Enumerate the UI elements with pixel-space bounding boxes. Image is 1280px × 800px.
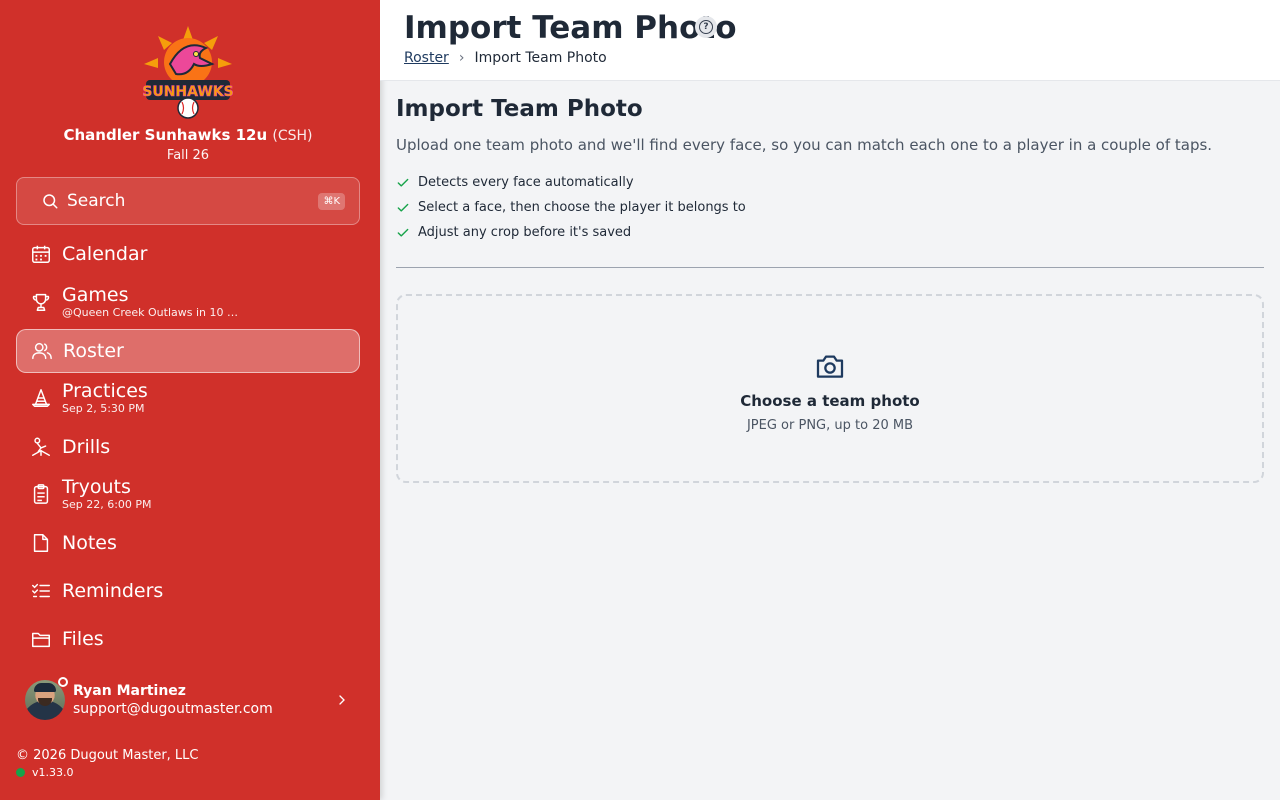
section-heading: Import Team Photo bbox=[396, 96, 643, 122]
sidebar-item-subtitle: Sep 22, 6:00 PM bbox=[62, 498, 152, 511]
sidebar-item-notes[interactable]: Notes bbox=[16, 521, 360, 565]
users-icon bbox=[30, 339, 54, 363]
calendar-icon bbox=[29, 242, 53, 266]
sidebar-item-label: Notes bbox=[62, 532, 117, 554]
section-description: Upload one team photo and we'll find eve… bbox=[396, 136, 1213, 154]
status-indicator bbox=[58, 677, 68, 687]
page-title: Import Team Photo bbox=[404, 10, 737, 46]
breadcrumb: Roster › Import Team Photo bbox=[404, 50, 607, 66]
cone-icon bbox=[29, 386, 53, 410]
camera-icon bbox=[816, 355, 844, 378]
sidebar-item-files[interactable]: Files bbox=[16, 617, 360, 661]
help-button[interactable]: ? bbox=[695, 16, 717, 38]
sidebar-item-label: Calendar bbox=[62, 243, 148, 265]
dropzone-subtitle: JPEG or PNG, up to 20 MB bbox=[746, 418, 914, 433]
trophy-icon bbox=[29, 290, 53, 314]
checklist-icon bbox=[29, 579, 53, 603]
online-status-dot bbox=[16, 768, 25, 777]
check-icon bbox=[397, 203, 409, 212]
sidebar-item-calendar[interactable]: Calendar bbox=[16, 232, 360, 276]
avatar bbox=[25, 677, 68, 720]
clipboard-icon bbox=[29, 482, 53, 506]
note-icon bbox=[29, 531, 53, 555]
sidebar-item-label: Games bbox=[62, 284, 129, 306]
search-label: Search bbox=[67, 191, 126, 211]
drill-icon bbox=[29, 435, 53, 459]
list-item: Select a face, then choose the player it… bbox=[396, 195, 1264, 220]
list-item: Detects every face automatically bbox=[396, 170, 1264, 195]
dropzone-title: Choose a team photo bbox=[740, 392, 920, 410]
chevron-right-icon bbox=[339, 695, 345, 705]
user-menu[interactable]: Ryan Martinez support@dugoutmaster.com bbox=[16, 674, 360, 726]
search-button[interactable]: Search ⌘K bbox=[16, 177, 360, 225]
feature-text: Adjust any crop before it's saved bbox=[418, 225, 632, 240]
sidebar-item-label: Files bbox=[62, 628, 104, 650]
sidebar-item-reminders[interactable]: Reminders bbox=[16, 569, 360, 613]
sidebar-item-games[interactable]: Games @Queen Creek Outlaws in 10 … bbox=[16, 280, 360, 324]
divider bbox=[396, 267, 1264, 268]
folder-icon bbox=[29, 627, 53, 651]
sidebar-item-practices[interactable]: Practices Sep 2, 5:30 PM bbox=[16, 376, 360, 420]
photo-dropzone[interactable]: Choose a team photo JPEG or PNG, up to 2… bbox=[396, 294, 1264, 483]
search-icon bbox=[43, 194, 58, 209]
sidebar-item-drills[interactable]: Drills bbox=[16, 425, 360, 469]
user-name: Ryan Martinez bbox=[73, 683, 186, 699]
breadcrumb-separator: › bbox=[458, 50, 465, 66]
sidebar-item-subtitle: @Queen Creek Outlaws in 10 … bbox=[62, 306, 238, 319]
check-icon bbox=[397, 178, 409, 187]
team-abbreviation: (CSH) bbox=[272, 128, 313, 144]
help-icon: ? bbox=[699, 20, 713, 34]
copyright: © 2026 Dugout Master, LLC bbox=[16, 748, 199, 763]
sidebar-item-label: Roster bbox=[63, 340, 124, 362]
sidebar-item-label: Tryouts bbox=[62, 476, 131, 498]
list-item: Adjust any crop before it's saved bbox=[396, 220, 1264, 245]
feature-text: Select a face, then choose the player it… bbox=[418, 200, 746, 215]
sidebar-item-subtitle: Sep 2, 5:30 PM bbox=[62, 402, 145, 415]
page-header: Import Team Photo ? Roster › Import Team… bbox=[380, 0, 1280, 81]
season-label: Fall 26 bbox=[166, 148, 210, 163]
sidebar-item-roster[interactable]: Roster bbox=[16, 329, 360, 373]
sidebar-item-label: Reminders bbox=[62, 580, 164, 602]
sidebar: SUNHAWKS Chandler Sunhawks 12u (CSH) Fal… bbox=[0, 0, 380, 800]
feature-text: Detects every face automatically bbox=[418, 175, 634, 190]
version-info: v1.33.0 bbox=[16, 766, 74, 779]
breadcrumb-roster-link[interactable]: Roster bbox=[404, 50, 449, 66]
user-email: support@dugoutmaster.com bbox=[73, 701, 273, 717]
breadcrumb-current: Import Team Photo bbox=[474, 50, 607, 66]
sidebar-item-label: Practices bbox=[62, 380, 148, 402]
feature-list: Detects every face automatically Select … bbox=[396, 170, 1264, 245]
sunhawks-logo[interactable]: SUNHAWKS bbox=[140, 24, 236, 120]
version-label: v1.33.0 bbox=[32, 766, 74, 779]
search-shortcut-badge: ⌘K bbox=[318, 192, 345, 210]
check-icon bbox=[397, 228, 409, 237]
sidebar-item-tryouts[interactable]: Tryouts Sep 22, 6:00 PM bbox=[16, 472, 360, 516]
team-name: Chandler Sunhawks 12u (CSH) bbox=[0, 126, 376, 144]
main-content: Import Team Photo Upload one team photo … bbox=[396, 96, 1264, 268]
sidebar-item-label: Drills bbox=[62, 436, 111, 458]
team-name-text: Chandler Sunhawks 12u bbox=[63, 126, 268, 144]
